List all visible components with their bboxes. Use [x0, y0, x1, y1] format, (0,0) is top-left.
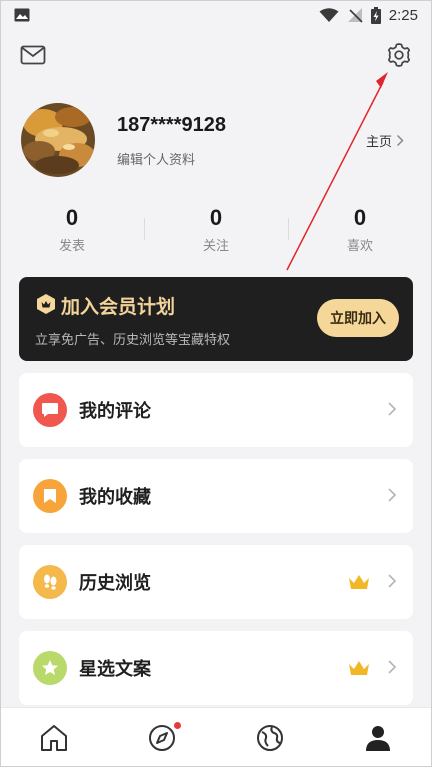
- crown-icon: [349, 575, 369, 589]
- globe-icon[interactable]: [254, 722, 286, 754]
- vip-title: 加入会员计划: [61, 296, 176, 318]
- mail-icon[interactable]: [20, 44, 46, 66]
- menu-label: 我的收藏: [79, 487, 151, 508]
- stats-row: 0 发表 0 关注 0 喜欢: [0, 205, 432, 260]
- menu-label: 星选文案: [79, 659, 151, 680]
- status-time: 2:25: [388, 6, 418, 24]
- homepage-label: 主页: [366, 135, 393, 150]
- vip-description: 立享免广告、历史浏览等宝藏特权: [35, 333, 231, 348]
- notification-dot: [174, 722, 181, 729]
- join-vip-button[interactable]: 立即加入: [317, 299, 399, 337]
- comment-icon: [33, 393, 67, 427]
- stat-divider: [288, 218, 289, 240]
- home-icon[interactable]: [38, 722, 70, 754]
- battery-charging-icon: [370, 6, 381, 24]
- menu-label: 我的评论: [79, 401, 151, 422]
- image-icon: [14, 8, 30, 22]
- vip-banner[interactable]: 加入会员计划 立享免广告、历史浏览等宝藏特权 立即加入: [19, 277, 413, 361]
- stat-label: 发表: [58, 239, 85, 254]
- menu-item-history[interactable]: 历史浏览: [19, 545, 413, 619]
- stat-value: 0: [353, 205, 367, 230]
- menu-item-featured-copy[interactable]: 星选文案: [19, 631, 413, 705]
- signal-off-icon: [347, 8, 363, 23]
- chevron-right-icon: [388, 660, 397, 674]
- bookmark-icon: [33, 479, 67, 513]
- vip-hexagon-icon: [37, 294, 55, 314]
- footprint-icon: [33, 565, 67, 599]
- stat-value: 0: [209, 205, 223, 230]
- gear-icon[interactable]: [386, 42, 412, 68]
- avatar[interactable]: [21, 103, 95, 177]
- stat-following[interactable]: 0 关注: [166, 205, 266, 254]
- menu-label: 历史浏览: [79, 573, 151, 594]
- homepage-link[interactable]: 主页: [366, 131, 404, 150]
- stat-divider: [144, 218, 145, 240]
- chevron-right-icon: [388, 402, 397, 416]
- chevron-right-icon: [396, 134, 404, 147]
- user-icon[interactable]: [362, 722, 394, 754]
- stat-posts[interactable]: 0 发表: [22, 205, 122, 254]
- stat-likes[interactable]: 0 喜欢: [310, 205, 410, 254]
- crown-icon: [349, 661, 369, 675]
- chevron-right-icon: [388, 574, 397, 588]
- menu-item-comments[interactable]: 我的评论: [19, 373, 413, 447]
- wifi-icon: [319, 7, 339, 22]
- star-icon: [33, 651, 67, 685]
- user-phone: 187****9128: [117, 114, 226, 136]
- status-bar: 2:25: [0, 0, 432, 30]
- chevron-right-icon: [388, 488, 397, 502]
- avatar-image: [21, 103, 95, 177]
- compass-icon[interactable]: [146, 722, 178, 754]
- edit-profile-link[interactable]: 编辑个人资料: [117, 149, 195, 168]
- bottom-nav: [0, 707, 432, 767]
- stat-label: 喜欢: [346, 239, 373, 254]
- stat-value: 0: [65, 205, 79, 230]
- stat-label: 关注: [202, 239, 229, 254]
- menu-item-favorites[interactable]: 我的收藏: [19, 459, 413, 533]
